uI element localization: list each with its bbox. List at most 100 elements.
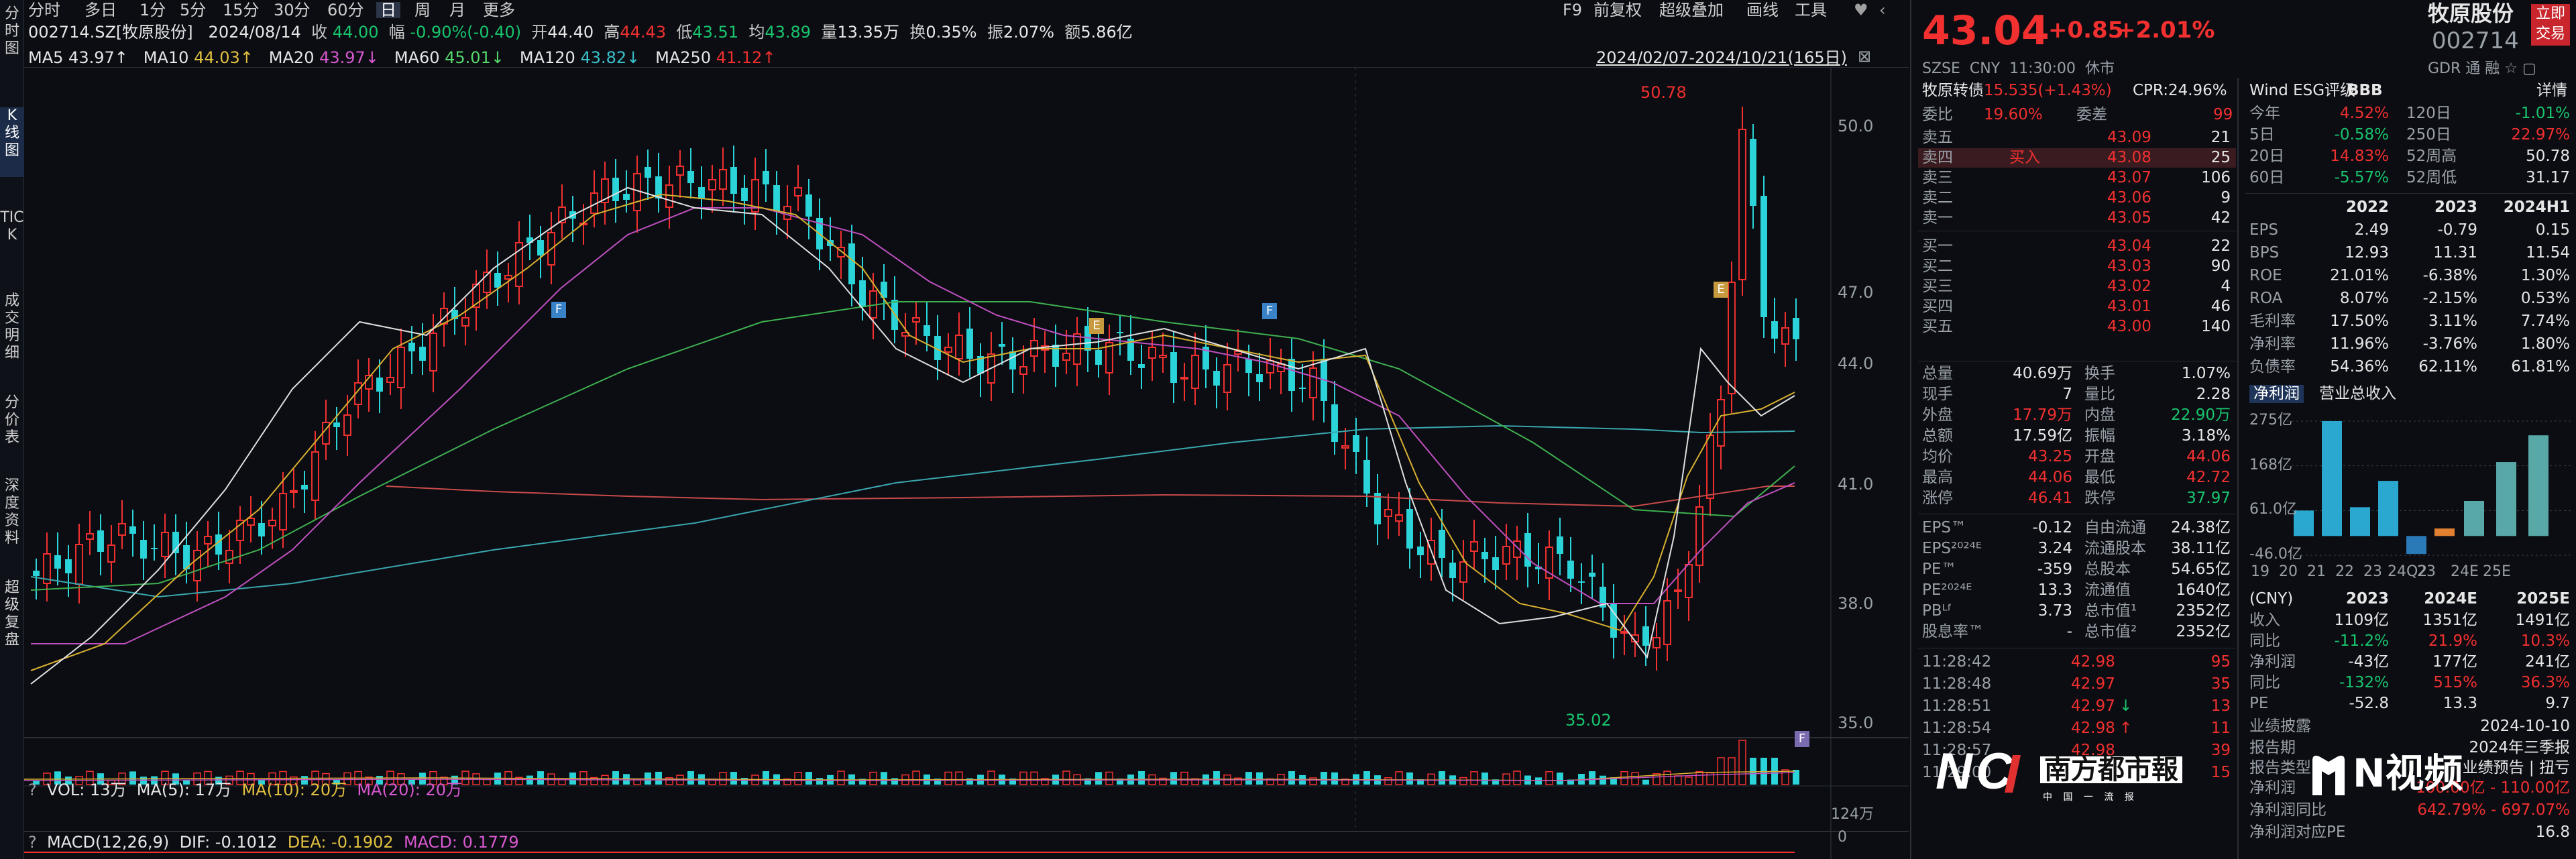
macd-legend: ? MACD(12,26,9) DIF: -0.1012 DEA: -0.190… [28, 834, 519, 850]
period-tab[interactable]: 月 [449, 2, 465, 18]
nav-intraday[interactable]: 分时图 [0, 5, 24, 75]
kline-chart[interactable] [24, 67, 1909, 859]
candle-body [773, 185, 780, 211]
forecast-value: -132% [2339, 674, 2389, 691]
svg-text:N: N [1936, 746, 1974, 799]
stat-value: 1.07% [2181, 365, 2231, 382]
help-icon[interactable]: ? [28, 781, 37, 799]
nandu-sub: 中 国 一 流 报 [2043, 792, 2138, 803]
trade-button[interactable]: 立即 交易 [2531, 4, 2570, 46]
period-tab[interactable]: 1分 [139, 2, 166, 18]
candle-body [193, 550, 201, 581]
period-more[interactable]: 更多 [483, 2, 515, 18]
nav-trades[interactable]: 成交明细 [0, 292, 24, 380]
fin-value: 2.49 [2354, 221, 2389, 239]
tools-button[interactable]: 工具 [1795, 2, 1827, 18]
ma10-line [30, 193, 1795, 671]
candle-body [676, 166, 684, 176]
period-tab-selected[interactable]: 日 [376, 2, 400, 18]
esg-detail-link[interactable]: 详情 [2536, 83, 2567, 99]
adjust-button[interactable]: 前复权 [1593, 2, 1642, 18]
tab-revenue[interactable]: 营业总收入 [2319, 386, 2396, 402]
period-tab[interactable]: 5分 [180, 2, 206, 18]
volume-bar [1502, 773, 1510, 785]
collapse-icon[interactable]: ‹ [1879, 2, 1886, 18]
tab-net-profit[interactable]: 净利润 [2249, 385, 2304, 403]
candle-body [923, 325, 930, 336]
period-tab[interactable]: 60分 [327, 2, 364, 18]
down-arrow-icon: ↓ [2119, 697, 2133, 715]
volume-bar [763, 771, 769, 785]
nav-price-table[interactable]: 分价表 [0, 394, 24, 464]
volume-bar [1685, 777, 1693, 785]
candle-body [794, 187, 802, 196]
forecast-value: 36.3% [2520, 674, 2570, 691]
price-axis-label: 35.0 [1838, 713, 1874, 732]
profit-x-label: 20 [2279, 563, 2298, 580]
candles [33, 107, 1799, 671]
f9-button[interactable]: F9 [1563, 2, 1582, 18]
macd-bars [24, 852, 1795, 853]
candle-body [708, 179, 716, 190]
conv-bond-row[interactable]: 牧原转债15.535(+1.43%) [1922, 83, 2112, 99]
chg-value: -0.90%(-0.40) [410, 23, 522, 42]
buy-tag[interactable]: 买入 [2009, 150, 2040, 166]
overlay-button[interactable]: 超级叠加 [1659, 2, 1724, 18]
fund-value: -0.12 [2032, 519, 2072, 536]
forecast-value: 21.9% [2428, 632, 2477, 650]
volume-bar [881, 772, 887, 785]
candle-body [1009, 351, 1016, 369]
profit-y-label: 168亿 [2249, 456, 2292, 473]
vol-label: VOL: 13万 [47, 781, 127, 799]
event-marker-f[interactable]: F [1262, 303, 1277, 319]
stock-code: 002714.SZ[牧原股份] [28, 23, 193, 42]
order-ratio-label: 委比 [1922, 106, 1953, 123]
candle-body [279, 493, 287, 530]
candle-body [1117, 332, 1123, 333]
volume-bar [1213, 771, 1220, 785]
stat-value: 40.69万 [2013, 365, 2072, 382]
conv-value: 15.535(+1.43%) [1984, 82, 2112, 99]
period-tab[interactable]: 周 [414, 2, 431, 18]
draw-button[interactable]: 画线 [1746, 2, 1779, 18]
nav-kline[interactable]: K线图 [0, 107, 24, 177]
open-value: 44.40 [547, 23, 594, 42]
stat-label: 总额 [1922, 427, 1953, 445]
event-marker-e[interactable]: E [1089, 318, 1104, 334]
date-range[interactable]: 2024/02/07-2024/10/21(165日) [1596, 50, 1847, 66]
period-tab[interactable]: 30分 [274, 2, 311, 18]
candle-body [107, 545, 115, 563]
candle-body [408, 343, 415, 351]
nvideo-wordmark: N视频 [2353, 750, 2463, 796]
perf-value: 4.52% [2339, 105, 2389, 122]
help-icon[interactable]: ? [28, 833, 37, 852]
period-tab[interactable]: 15分 [223, 2, 260, 18]
event-marker-e[interactable]: E [1714, 282, 1728, 298]
profit-bar [2378, 481, 2398, 536]
fund-value: 2352亿 [2176, 602, 2231, 620]
heart-icon[interactable]: ♥ [1854, 2, 1868, 18]
candle-body [1288, 359, 1295, 391]
period-tab[interactable]: 多日 [85, 2, 117, 18]
stat-label: 外盘 [1922, 406, 1953, 424]
nandu-logo: NC [1931, 743, 2039, 800]
bid-volume: 4 [2221, 278, 2231, 295]
volume-bar [1406, 772, 1413, 785]
ma20-value: 43.97↓ [319, 48, 379, 67]
amt-value: 5.86亿 [1080, 23, 1133, 42]
fin-label: 净利率 [2249, 335, 2296, 353]
event-marker-f[interactable]: F [551, 302, 566, 318]
volume-bar [1395, 771, 1403, 785]
low-value: 43.51 [692, 23, 739, 42]
nav-tick[interactable]: TICK [0, 209, 24, 279]
forecast-value: -43亿 [2348, 653, 2389, 671]
quote-icons[interactable]: GDR 通 融 ☆ ▢ [2428, 62, 2536, 76]
nav-deep-data[interactable]: 深度资料 [0, 477, 24, 565]
event-marker-f[interactable]: F [1795, 731, 1809, 747]
report-date: 2024-10-10 [2480, 718, 2570, 735]
nav-replay[interactable]: 超级复盘 [0, 579, 24, 667]
period-tab[interactable]: 分时 [28, 2, 60, 18]
candle-body [741, 188, 748, 201]
divider [2237, 78, 2239, 859]
panel-close-icon[interactable]: ⊠ [1858, 48, 1871, 64]
